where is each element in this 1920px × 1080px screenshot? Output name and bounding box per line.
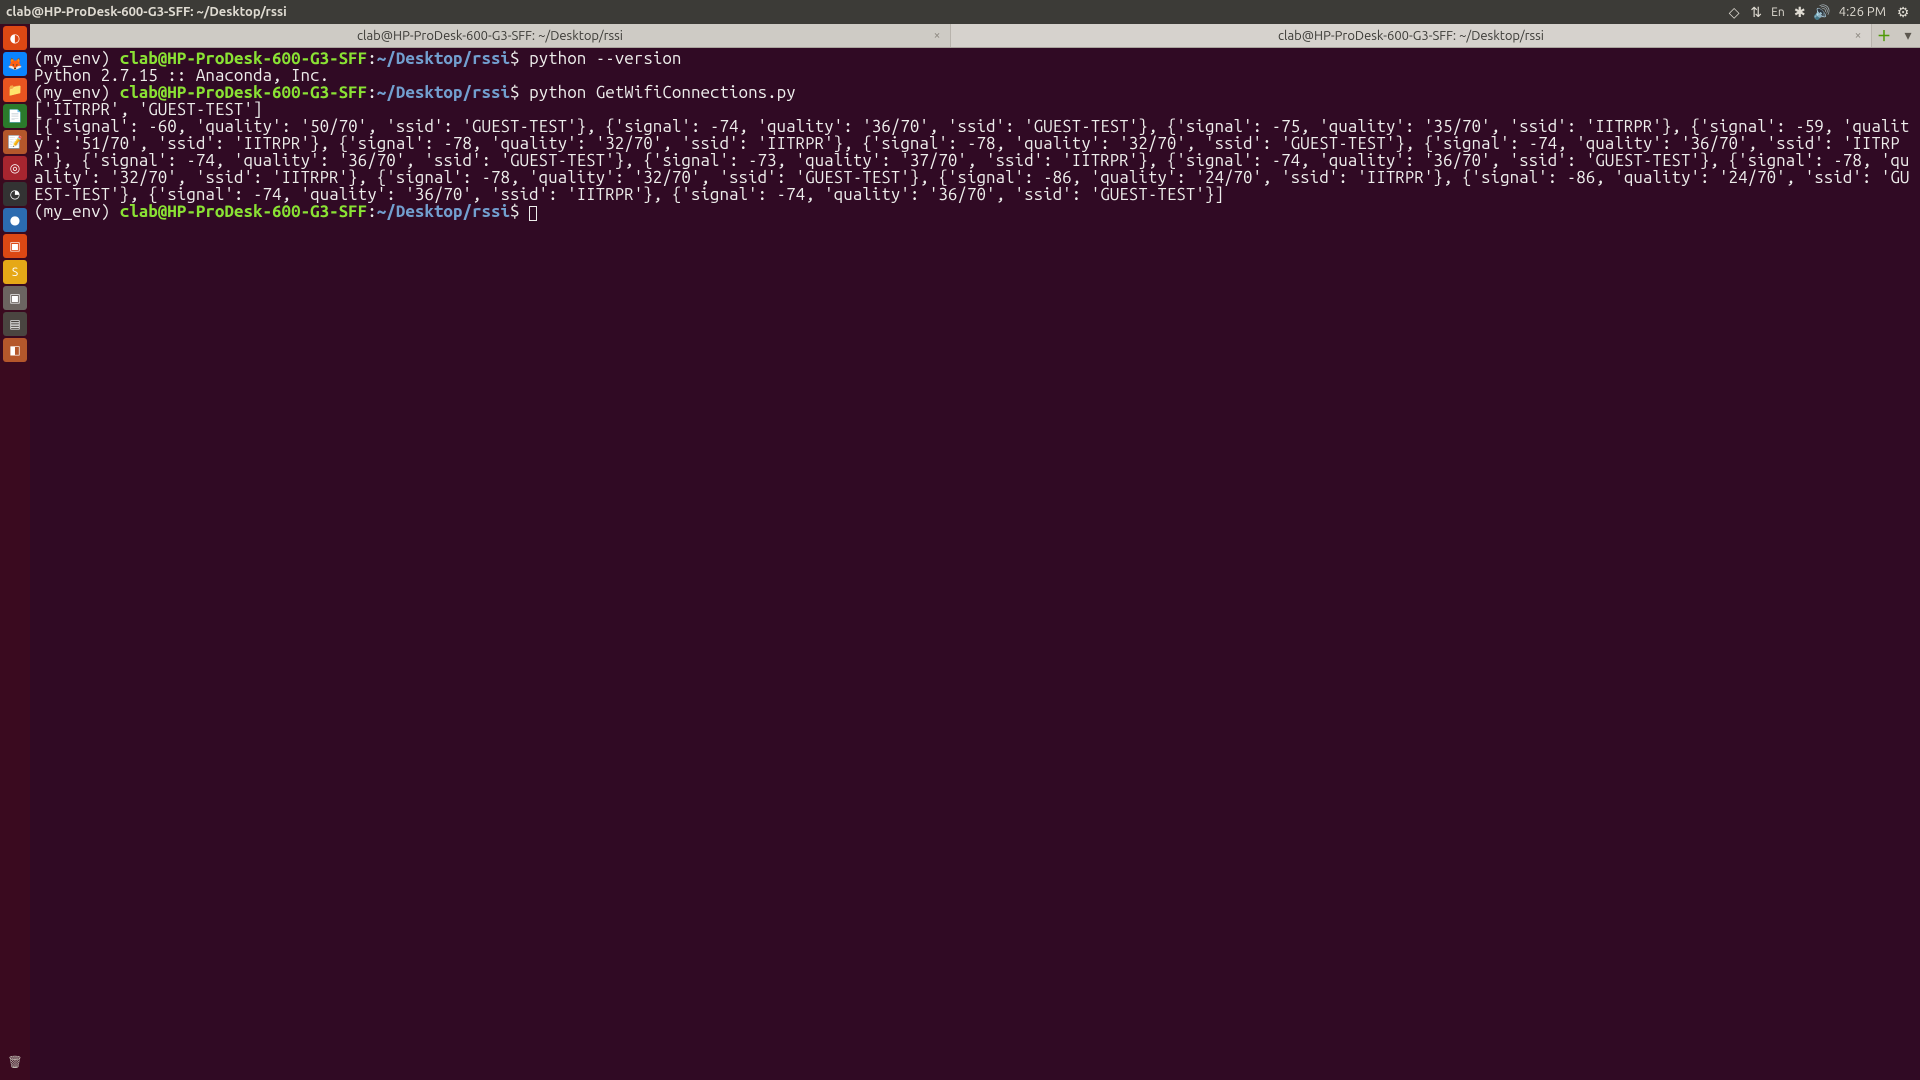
calc-icon[interactable]: 📄 xyxy=(3,104,27,128)
tab-label: clab@HP-ProDesk-600-G3-SFF: ~/Desktop/rs… xyxy=(1278,29,1544,43)
app-icon-6[interactable]: ◧ xyxy=(3,338,27,362)
gear-icon[interactable]: ⚙ xyxy=(1892,0,1914,24)
prompt-path: ~/Desktop/rssi xyxy=(377,202,510,221)
prompt-path: ~/Desktop/rssi xyxy=(377,83,510,102)
network-icon[interactable]: ⇅ xyxy=(1745,0,1767,24)
sublime-icon[interactable]: S xyxy=(3,260,27,284)
command-1: python --version xyxy=(529,49,681,68)
terminal-tabbar: clab@HP-ProDesk-600-G3-SFF: ~/Desktop/rs… xyxy=(30,24,1920,48)
prompt-path: ~/Desktop/rssi xyxy=(377,49,510,68)
output-3: [{'signal': -60, 'quality': '50/70', 'ss… xyxy=(34,117,1909,204)
terminal-icon[interactable]: ▣ xyxy=(3,286,27,310)
dash-icon[interactable]: ◐ xyxy=(3,26,27,50)
terminal-tab-2[interactable]: clab@HP-ProDesk-600-G3-SFF: ~/Desktop/rs… xyxy=(951,24,1872,47)
firefox-icon[interactable]: 🦊 xyxy=(3,52,27,76)
prompt-dollar: $ xyxy=(510,83,520,102)
terminal-body[interactable]: (my_env) clab@HP-ProDesk-600-G3-SFF:~/De… xyxy=(30,48,1920,1080)
new-tab-button[interactable]: ＋ xyxy=(1872,24,1896,47)
window-title: clab@HP-ProDesk-600-G3-SFF: ~/Desktop/rs… xyxy=(6,5,287,19)
prompt-userhost: clab@HP-ProDesk-600-G3-SFF xyxy=(120,202,368,221)
app-icon-5[interactable]: ▤ xyxy=(3,312,27,336)
app-icon-1[interactable]: ◎ xyxy=(3,156,27,180)
terminal-window: clab@HP-ProDesk-600-G3-SFF: ~/Desktop/rs… xyxy=(30,24,1920,1080)
cursor xyxy=(529,206,537,221)
app-icon-3[interactable]: ● xyxy=(3,208,27,232)
files-icon[interactable]: 📁 xyxy=(3,78,27,102)
keyboard-indicator[interactable]: En xyxy=(1767,0,1789,24)
prompt-colon: : xyxy=(367,83,377,102)
prompt-env: (my_env) xyxy=(34,202,110,221)
dropbox-icon[interactable]: ◇ xyxy=(1723,0,1745,24)
tab-menu-button[interactable]: ▾ xyxy=(1896,24,1920,47)
terminal-tab-1[interactable]: clab@HP-ProDesk-600-G3-SFF: ~/Desktop/rs… xyxy=(30,24,951,47)
app-icon-2[interactable]: ◔ xyxy=(3,182,27,206)
bluetooth-icon[interactable]: ✱ xyxy=(1789,0,1811,24)
trash-icon[interactable]: 🗑 xyxy=(3,1050,27,1074)
writer-icon[interactable]: 📝 xyxy=(3,130,27,154)
prompt-colon: : xyxy=(367,202,377,221)
close-icon[interactable]: × xyxy=(930,29,944,43)
close-icon[interactable]: × xyxy=(1851,29,1865,43)
command-2: python GetWifiConnections.py xyxy=(529,83,796,102)
volume-icon[interactable]: 🔊 xyxy=(1811,0,1833,24)
unity-launcher: ◐ 🦊 📁 📄 📝 ◎ ◔ ● ▣ S ▣ ▤ ◧ 🗑 xyxy=(0,24,30,1080)
top-panel: clab@HP-ProDesk-600-G3-SFF: ~/Desktop/rs… xyxy=(0,0,1920,24)
tab-label: clab@HP-ProDesk-600-G3-SFF: ~/Desktop/rs… xyxy=(357,29,623,43)
app-icon-4[interactable]: ▣ xyxy=(3,234,27,258)
prompt-dollar: $ xyxy=(510,49,520,68)
prompt-dollar: $ xyxy=(510,202,520,221)
clock[interactable]: 4:26 PM xyxy=(1833,5,1892,19)
prompt-colon: : xyxy=(367,49,377,68)
